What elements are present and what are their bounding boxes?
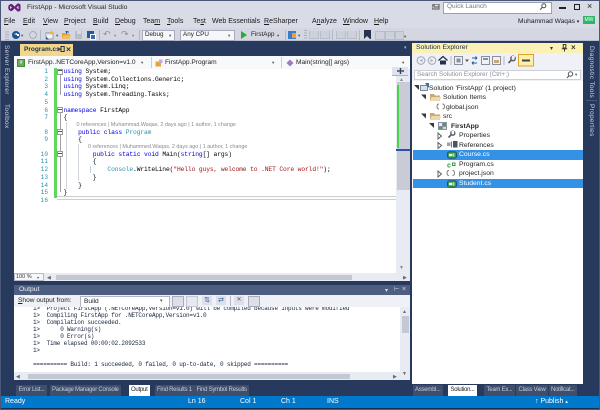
svg-text:c: c (447, 162, 451, 169)
